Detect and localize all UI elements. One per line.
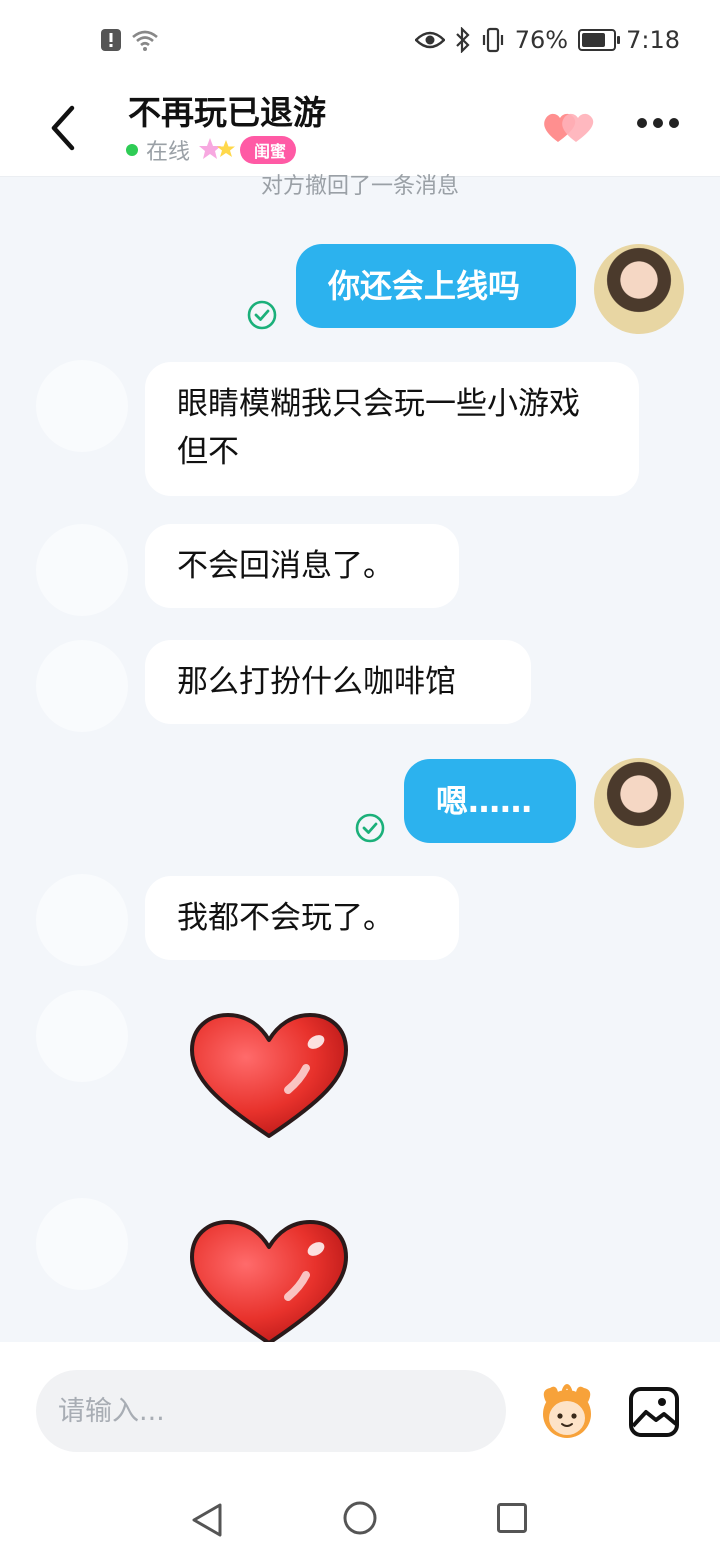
message-bubble[interactable]: 嗯……: [404, 759, 576, 843]
my-avatar[interactable]: [594, 244, 684, 334]
message-bubble[interactable]: 你还会上线吗: [296, 244, 576, 328]
read-check-icon: [355, 813, 385, 843]
read-check-icon: [247, 300, 277, 330]
message-bubble[interactable]: 不会回消息了。: [145, 524, 459, 608]
bluetooth-icon: [455, 27, 470, 53]
message-bubble[interactable]: 我都不会玩了。: [145, 876, 459, 960]
input-bar: [0, 1342, 720, 1472]
battery-icon: [578, 29, 621, 51]
online-dot-icon: [126, 144, 138, 156]
wifi-icon: [132, 30, 158, 51]
heart-sticker[interactable]: [188, 1010, 350, 1142]
status-right: 76% 7:18: [414, 26, 680, 54]
vibrate-icon: [482, 27, 503, 53]
image-picker-icon[interactable]: [628, 1386, 680, 1438]
status-left: [100, 28, 160, 52]
battery-level: [582, 33, 605, 47]
nav-home-icon[interactable]: [342, 1500, 378, 1536]
contact-avatar[interactable]: [36, 640, 128, 732]
contact-avatar[interactable]: [36, 990, 128, 1082]
message-list[interactable]: 你还会上线吗 眼睛模糊我只会玩一些小游戏但不 不会回消息了。 那么打扮什么咖啡馆…: [0, 176, 720, 1342]
double-heart-icon[interactable]: [540, 106, 596, 146]
heart-sticker[interactable]: [188, 1217, 350, 1342]
nav-recent-icon[interactable]: [496, 1502, 528, 1534]
star-badge-icon: [199, 138, 236, 159]
contact-avatar[interactable]: [36, 360, 128, 452]
chat-header: 不再玩已退游 在线 闺蜜: [0, 84, 720, 176]
message-bubble[interactable]: 那么打扮什么咖啡馆: [145, 640, 531, 724]
relationship-badge: 闺蜜: [240, 136, 297, 164]
nav-back-icon[interactable]: [190, 1502, 224, 1538]
contact-avatar[interactable]: [36, 1198, 128, 1290]
online-text: 在线: [146, 140, 191, 165]
alert-icon: [101, 29, 121, 51]
clock: 7:18: [626, 26, 680, 54]
battery-percent: 76%: [514, 26, 569, 54]
system-nav-bar: [0, 1472, 720, 1560]
online-status: 在线 闺蜜: [126, 134, 297, 166]
back-arrow-icon[interactable]: [44, 100, 84, 156]
chat-title: 不再玩已退游: [128, 93, 326, 132]
more-dots-icon[interactable]: [636, 116, 680, 130]
message-input[interactable]: [36, 1370, 506, 1452]
contact-avatar[interactable]: [36, 874, 128, 966]
message-bubble[interactable]: 眼睛模糊我只会玩一些小游戏但不: [145, 362, 639, 496]
status-bar: 76% 7:18: [0, 0, 720, 84]
contact-avatar[interactable]: [36, 524, 128, 616]
battery-cap: [617, 36, 621, 44]
eye-icon: [414, 31, 445, 49]
emoji-mascot-icon[interactable]: [536, 1380, 598, 1442]
my-avatar[interactable]: [594, 758, 684, 848]
